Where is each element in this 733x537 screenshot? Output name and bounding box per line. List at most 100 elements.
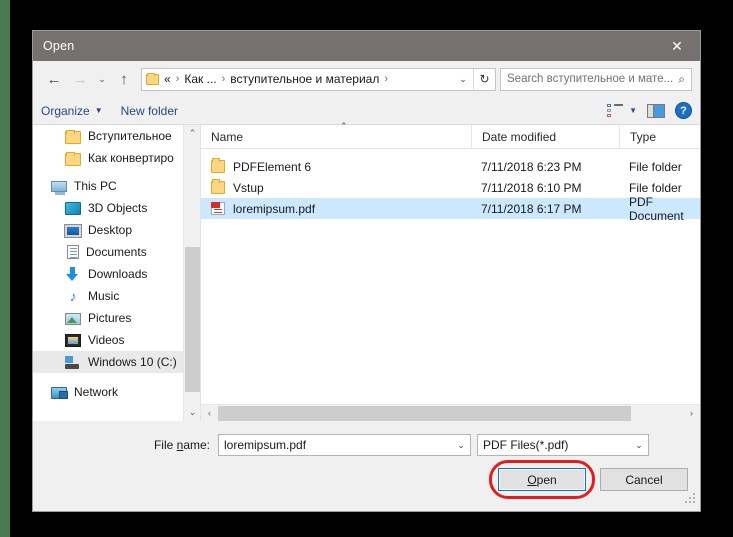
folder-icon [65, 129, 81, 144]
chevron-down-icon[interactable]: ⌄ [452, 440, 470, 451]
file-name-cell: loremipsum.pdf [201, 202, 471, 216]
sidebar-item-label: Как конвертиро [88, 151, 174, 165]
sidebar-item-desktop[interactable]: Desktop [33, 219, 200, 241]
dialog-footer: File name: loremipsum.pdf ⌄ PDF Files(*.… [33, 421, 700, 507]
sidebar-item-label: This PC [74, 179, 117, 193]
filename-label: File name: [153, 438, 210, 452]
sidebar-item-label: Music [88, 289, 120, 303]
up-button[interactable]: ↑ [111, 66, 137, 92]
forward-button[interactable]: → [67, 66, 93, 92]
sidebar-item-3d-objects[interactable]: 3D Objects [33, 197, 200, 219]
folder-icon [211, 179, 225, 194]
sidebar-item-music[interactable]: ♪ Music [33, 285, 200, 307]
sidebar-item-label: Videos [88, 333, 125, 347]
chevron-down-icon[interactable]: ▼ [629, 106, 637, 115]
sidebar-item-vstupitelnoe[interactable]: Вступительное [33, 125, 200, 147]
scroll-up-icon[interactable]: ⌃ [184, 125, 200, 142]
search-placeholder: Search вступительное и мате... [507, 73, 674, 85]
refresh-icon[interactable]: ↻ [473, 68, 495, 90]
address-bar[interactable]: « › Как ... › вступительное и материал ›… [141, 67, 496, 91]
filename-input[interactable]: loremipsum.pdf ⌄ [218, 434, 471, 456]
file-name-label: Vstup [233, 180, 264, 195]
organize-menu[interactable]: Organize ▼ [41, 104, 103, 118]
3d-objects-icon [65, 202, 81, 215]
open-button[interactable]: Open [498, 468, 586, 491]
view-options-icon[interactable] [607, 103, 624, 118]
sidebar-item-windows-10-c[interactable]: Windows 10 (C:) [33, 351, 200, 373]
column-header-type[interactable]: Type [619, 125, 700, 148]
sidebar-item-videos[interactable]: Videos [33, 329, 200, 351]
open-button-wrapper: Open [489, 460, 595, 499]
documents-icon [67, 245, 79, 259]
scroll-down-icon[interactable]: ⌄ [184, 404, 200, 421]
filename-row: File name: loremipsum.pdf ⌄ PDF Files(*.… [33, 421, 700, 456]
scrollbar-track[interactable] [218, 405, 683, 422]
dialog-title: Open [43, 39, 75, 53]
file-date-cell: 7/11/2018 6:17 PM [481, 201, 582, 216]
filename-value: loremipsum.pdf [224, 438, 307, 452]
sidebar-item-label: Вступительное [88, 129, 172, 143]
file-type-cell: PDF Document [629, 194, 684, 223]
sidebar-item-pictures[interactable]: Pictures [33, 307, 200, 329]
breadcrumb-separator: › [175, 73, 180, 85]
breadcrumb-root[interactable]: « [164, 72, 171, 86]
scroll-left-icon[interactable]: ‹ [201, 405, 218, 422]
folder-icon [146, 72, 159, 85]
file-type-cell: File folder [629, 159, 682, 174]
desktop-edge-strip [0, 0, 10, 537]
file-name-cell: Vstup [201, 179, 471, 195]
downloads-icon [65, 266, 81, 282]
folder-icon [211, 158, 225, 173]
close-icon[interactable]: ✕ [654, 31, 700, 61]
breadcrumb-parent[interactable]: Как ... [184, 72, 216, 86]
open-file-dialog: Open ✕ ← → ⌄ ↑ « › Как ... › вступительн… [32, 30, 701, 512]
breadcrumb-current[interactable]: вступительное и материал [230, 72, 379, 86]
pictures-icon [65, 313, 81, 325]
breadcrumb-separator: › [384, 73, 389, 85]
desktop-icon [64, 224, 82, 238]
sidebar-item-label: Windows 10 (C:) [88, 355, 177, 369]
sidebar-item-label: Documents [86, 245, 147, 259]
scroll-right-icon[interactable]: › [683, 405, 700, 422]
help-icon[interactable]: ? [675, 102, 692, 119]
scrollbar-thumb[interactable] [218, 405, 631, 421]
sidebar-item-downloads[interactable]: Downloads [33, 263, 200, 285]
music-icon: ♪ [69, 287, 77, 304]
back-button[interactable]: ← [41, 66, 67, 92]
search-icon: ⌕ [678, 71, 685, 86]
file-name-label: PDFElement 6 [233, 159, 312, 174]
chevron-down-icon[interactable]: ⌄ [630, 440, 648, 451]
file-type-cell: File folder [629, 180, 682, 195]
file-list-horizontal-scrollbar[interactable]: ‹ › [201, 404, 700, 421]
dialog-buttons: Open Cancel [489, 460, 688, 499]
sidebar-item-network[interactable]: Network [33, 381, 200, 403]
new-folder-button[interactable]: New folder [121, 104, 178, 118]
file-date-cell: 7/11/2018 6:10 PM [481, 180, 582, 195]
screen: Open ✕ ← → ⌄ ↑ « › Как ... › вступительн… [0, 0, 733, 537]
sidebar-scrollbar[interactable]: ⌃ ⌄ [183, 125, 200, 421]
breadcrumb-separator: › [221, 73, 226, 85]
resize-grip[interactable] [685, 493, 696, 504]
scrollbar-thumb[interactable] [185, 247, 200, 392]
search-input[interactable]: Search вступительное и мате... ⌕ [500, 67, 692, 91]
cancel-button[interactable]: Cancel [600, 468, 688, 491]
column-header-name[interactable]: Name [201, 125, 471, 148]
chevron-down-icon: ▼ [94, 106, 103, 115]
network-icon [51, 387, 68, 399]
file-list-pane: ⌃ Name Date modified Type PDFElement 6 7… [201, 121, 700, 421]
command-toolbar: Organize ▼ New folder ▼ ? [33, 97, 700, 125]
recent-locations-button[interactable]: ⌄ [93, 66, 111, 92]
table-row-selected[interactable]: loremipsum.pdf 7/11/2018 6:17 PM PDF Doc… [201, 195, 700, 223]
sidebar-item-kak-konvertiro[interactable]: Как конвертиро [33, 147, 200, 169]
chevron-down-icon[interactable]: ⌄ [453, 69, 473, 90]
sidebar-item-documents[interactable]: Documents [33, 241, 200, 263]
filetype-select[interactable]: PDF Files(*.pdf) ⌄ [477, 434, 649, 456]
navigation-bar: ← → ⌄ ↑ « › Как ... › вступительное и ма… [33, 61, 700, 97]
file-name-cell: PDFElement 6 [201, 158, 471, 174]
sidebar-item-this-pc[interactable]: This PC [33, 175, 200, 197]
column-header-date-modified[interactable]: Date modified [471, 125, 619, 148]
organize-label: Organize [41, 103, 90, 118]
table-row[interactable]: PDFElement 6 7/11/2018 6:23 PM File fold… [201, 156, 700, 177]
preview-pane-icon[interactable] [647, 103, 665, 118]
folder-icon [65, 151, 81, 166]
